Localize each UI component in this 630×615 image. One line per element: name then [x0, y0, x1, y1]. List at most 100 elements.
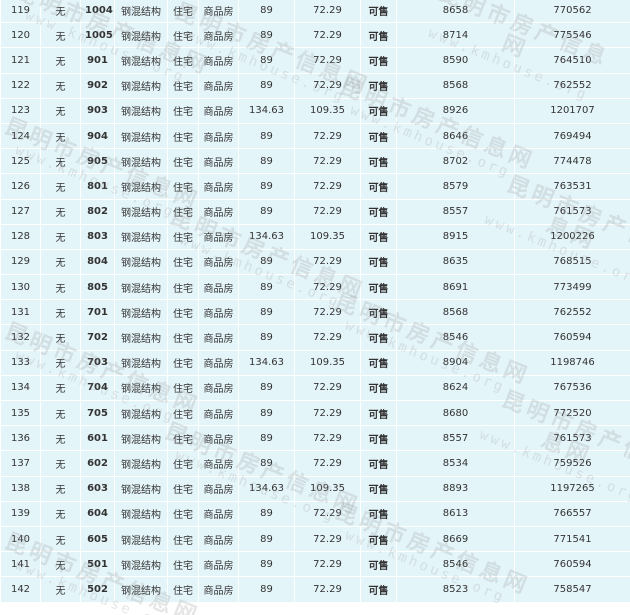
- room-number-link[interactable]: 601: [80, 425, 115, 452]
- usage-cell: 住宅: [167, 349, 199, 376]
- structure-cell: 钢混结构: [114, 173, 168, 200]
- total-price-cell: 758547: [514, 576, 630, 603]
- structure-cell: 钢混结构: [114, 399, 168, 427]
- room-number-link[interactable]: 704: [80, 374, 115, 402]
- balcony-cell: 无: [40, 525, 81, 553]
- floor-area-cell: 89: [238, 122, 295, 150]
- room-number-link[interactable]: 905: [80, 148, 115, 175]
- structure-cell: 钢混结构: [114, 299, 168, 326]
- unit-price-cell: 8658: [396, 0, 515, 24]
- room-number-link[interactable]: 501: [80, 551, 115, 578]
- sale-status-badge: 可售: [360, 97, 397, 124]
- structure-cell: 钢混结构: [114, 576, 168, 603]
- unit-price-cell: 8546: [396, 551, 515, 578]
- unit-price-cell: 8714: [396, 22, 515, 49]
- floor-area-cell: 89: [238, 198, 295, 225]
- room-number-link[interactable]: 904: [80, 122, 115, 150]
- room-number-link[interactable]: 1005: [80, 22, 115, 49]
- room-number-link[interactable]: 805: [80, 274, 115, 301]
- table-row: 124 无 904 钢混结构 住宅 商品房 89 72.29 可售 8646 769494: [0, 122, 630, 150]
- structure-cell: 钢混结构: [114, 551, 168, 578]
- structure-cell: 钢混结构: [114, 223, 168, 250]
- row-number: 129: [0, 248, 41, 276]
- unit-price-cell: 8904: [396, 349, 515, 376]
- unit-price-cell: 8557: [396, 425, 515, 452]
- total-price-cell: 773499: [514, 274, 630, 301]
- room-number-link[interactable]: 605: [80, 525, 115, 553]
- floor-area-cell: 89: [238, 500, 295, 527]
- table-row: 122 无 902 钢混结构 住宅 商品房 89 72.29 可售 8568 762552: [0, 72, 630, 99]
- table-row: 137 无 602 钢混结构 住宅 商品房 89 72.29 可售 8534 759526: [0, 450, 630, 477]
- inner-area-cell: 72.29: [294, 425, 361, 452]
- unit-price-cell: 8579: [396, 173, 515, 200]
- row-number: 122: [0, 72, 41, 99]
- row-number: 133: [0, 349, 41, 376]
- room-number-link[interactable]: 804: [80, 248, 115, 276]
- sale-status-badge: 可售: [360, 47, 397, 74]
- house-type-cell: 商品房: [198, 324, 239, 351]
- total-price-cell: 1198746: [514, 349, 630, 376]
- table-row: 139 无 604 钢混结构 住宅 商品房 89 72.29 可售 8613 766557: [0, 500, 630, 527]
- room-number-link[interactable]: 802: [80, 198, 115, 225]
- total-price-cell: 769494: [514, 122, 630, 150]
- room-number-link[interactable]: 903: [80, 97, 115, 124]
- usage-cell: 住宅: [167, 551, 199, 578]
- unit-price-cell: 8702: [396, 148, 515, 175]
- row-number: 140: [0, 525, 41, 553]
- room-number-link[interactable]: 902: [80, 72, 115, 99]
- house-type-cell: 商品房: [198, 525, 239, 553]
- inner-area-cell: 72.29: [294, 72, 361, 99]
- room-number-link[interactable]: 803: [80, 223, 115, 250]
- sale-status-badge: 可售: [360, 72, 397, 99]
- room-number-link[interactable]: 705: [80, 399, 115, 427]
- unit-price-cell: 8893: [396, 475, 515, 502]
- row-number: 132: [0, 324, 41, 351]
- floor-area-cell: 89: [238, 248, 295, 276]
- table-row: 121 无 901 钢混结构 住宅 商品房 89 72.29 可售 8590 764510: [0, 47, 630, 74]
- room-number-link[interactable]: 703: [80, 349, 115, 376]
- table-row: 133 无 703 钢混结构 住宅 商品房 134.63 109.35 可售 8904 119874…: [0, 349, 630, 376]
- row-number: 127: [0, 198, 41, 225]
- usage-cell: 住宅: [167, 122, 199, 150]
- balcony-cell: 无: [40, 97, 81, 124]
- room-number-link[interactable]: 702: [80, 324, 115, 351]
- row-number: 137: [0, 450, 41, 477]
- room-number-link[interactable]: 603: [80, 475, 115, 502]
- house-type-cell: 商品房: [198, 576, 239, 603]
- balcony-cell: 无: [40, 22, 81, 49]
- sale-status-badge: 可售: [360, 324, 397, 351]
- structure-cell: 钢混结构: [114, 72, 168, 99]
- row-number: 126: [0, 173, 41, 200]
- house-type-cell: 商品房: [198, 248, 239, 276]
- house-type-cell: 商品房: [198, 551, 239, 578]
- inner-area-cell: 72.29: [294, 248, 361, 276]
- row-number: 121: [0, 47, 41, 74]
- row-number: 128: [0, 223, 41, 250]
- room-number-link[interactable]: 901: [80, 47, 115, 74]
- floor-area-cell: 89: [238, 22, 295, 49]
- room-number-link[interactable]: 502: [80, 576, 115, 603]
- house-type-cell: 商品房: [198, 97, 239, 124]
- unit-price-cell: 8680: [396, 399, 515, 427]
- house-listing-table: 119 无 1004 钢混结构 住宅 商品房 89 72.29 可售 8658 770562 120 无…: [0, 0, 630, 603]
- table-row: 135 无 705 钢混结构 住宅 商品房 89 72.29 可售 8680 772520: [0, 399, 630, 427]
- usage-cell: 住宅: [167, 450, 199, 477]
- total-price-cell: 763531: [514, 173, 630, 200]
- room-number-link[interactable]: 602: [80, 450, 115, 477]
- unit-price-cell: 8534: [396, 450, 515, 477]
- balcony-cell: 无: [40, 324, 81, 351]
- usage-cell: 住宅: [167, 324, 199, 351]
- row-number: 119: [0, 0, 41, 24]
- usage-cell: 住宅: [167, 0, 199, 24]
- table-row: 131 无 701 钢混结构 住宅 商品房 89 72.29 可售 8568 762552: [0, 299, 630, 326]
- table-row: 129 无 804 钢混结构 住宅 商品房 89 72.29 可售 8635 768515: [0, 248, 630, 276]
- unit-price-cell: 8915: [396, 223, 515, 250]
- room-number-link[interactable]: 604: [80, 500, 115, 527]
- room-number-link[interactable]: 1004: [80, 0, 115, 24]
- floor-area-cell: 89: [238, 576, 295, 603]
- room-number-link[interactable]: 801: [80, 173, 115, 200]
- total-price-cell: 760594: [514, 551, 630, 578]
- room-number-link[interactable]: 701: [80, 299, 115, 326]
- balcony-cell: 无: [40, 500, 81, 527]
- total-price-cell: 759526: [514, 450, 630, 477]
